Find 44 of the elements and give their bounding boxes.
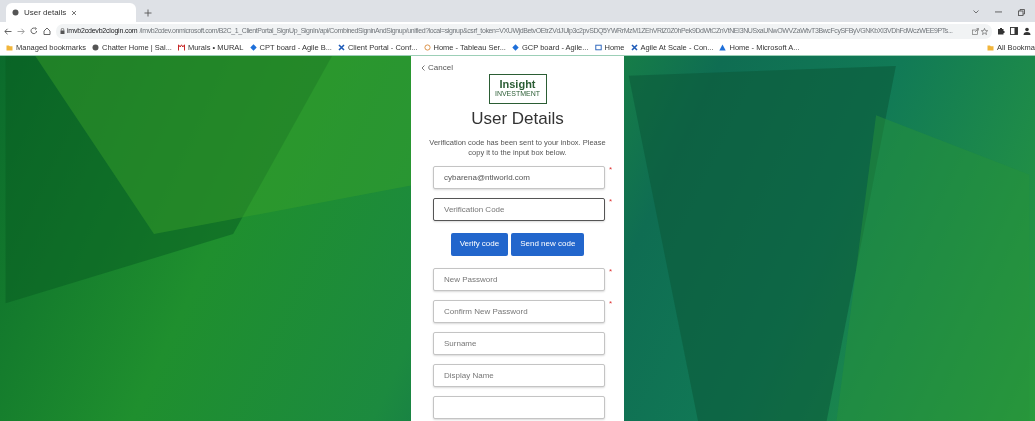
input-field[interactable]: Display Name	[433, 363, 605, 387]
input-field[interactable]: Surname	[433, 331, 605, 355]
cross-icon	[630, 44, 638, 51]
logo-icon	[177, 44, 185, 51]
input-field[interactable]	[433, 395, 605, 419]
input-field[interactable]: Confirm New Password	[433, 299, 605, 323]
browser-tab[interactable]: User details	[6, 3, 136, 22]
forward-arrow-icon[interactable]	[17, 27, 25, 35]
action-button[interactable]: Verify code	[450, 232, 509, 256]
puzzle-icon[interactable]	[997, 27, 1005, 35]
form-title: User Details	[470, 108, 565, 130]
action-button[interactable]: Send new code	[511, 232, 585, 256]
diamond-icon	[249, 44, 257, 51]
lock-icon	[60, 28, 65, 34]
input-field[interactable]: cybarena@ntlworld.com	[433, 165, 605, 189]
input-field[interactable]: Verification Code	[433, 197, 605, 221]
plus-icon[interactable]	[144, 9, 152, 17]
address-bar[interactable]	[56, 23, 992, 39]
home-icon[interactable]	[43, 27, 51, 35]
globe-icon	[92, 44, 100, 51]
triangle-icon	[719, 44, 727, 51]
cancel-link[interactable]: Cancel	[411, 62, 453, 74]
globe-icon	[12, 9, 19, 16]
side-panel-icon[interactable]	[1010, 27, 1018, 35]
close-icon[interactable]	[71, 9, 78, 16]
profile-icon[interactable]	[1023, 27, 1031, 35]
reload-icon[interactable]	[30, 27, 38, 35]
required-mark: *	[609, 197, 613, 206]
chevron-left-icon	[421, 65, 425, 71]
ring-icon	[423, 44, 431, 51]
folder-icon	[987, 44, 995, 51]
required-mark: *	[609, 299, 613, 308]
restore-icon[interactable]	[1018, 8, 1025, 16]
share-icon[interactable]	[972, 27, 979, 35]
required-mark: *	[609, 165, 613, 174]
required-mark: *	[609, 267, 613, 276]
tab-title: User details	[24, 6, 67, 19]
folder-icon	[6, 44, 13, 51]
diamond-icon	[511, 44, 519, 51]
cross-icon	[337, 44, 345, 51]
chevron-down-icon[interactable]	[973, 10, 979, 14]
back-arrow-icon[interactable]	[4, 27, 12, 35]
star-icon[interactable]	[981, 27, 988, 35]
input-field[interactable]: New Password	[433, 267, 605, 291]
